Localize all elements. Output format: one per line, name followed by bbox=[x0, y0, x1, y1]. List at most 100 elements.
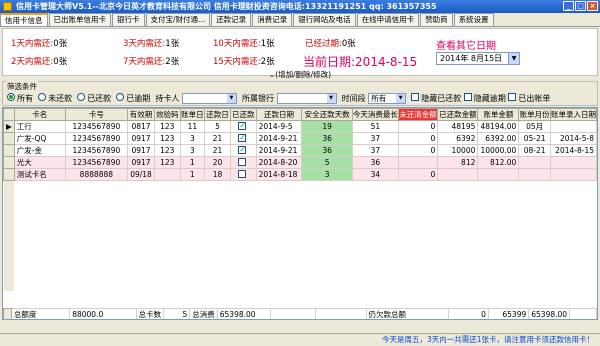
app-icon bbox=[3, 2, 12, 11]
empty-row bbox=[3, 224, 597, 236]
cell-entry bbox=[549, 168, 597, 181]
status-bar: 今天是周五，3天内一共需还1张卡，请注意用卡须还款信用卡！ bbox=[0, 333, 600, 345]
chevron-down-icon[interactable]: ▼ bbox=[508, 53, 519, 64]
empty-row bbox=[3, 279, 597, 291]
minimize-button[interactable]: _ bbox=[563, 1, 574, 11]
cell-paydate: 2014-8-18 bbox=[255, 168, 303, 181]
column-header[interactable]: 已还款 bbox=[229, 108, 257, 121]
chevron-down-icon: ▼ bbox=[396, 94, 406, 103]
row-selector[interactable] bbox=[3, 156, 15, 169]
tab-6[interactable]: 银行网站及电话 bbox=[293, 13, 356, 26]
maximize-button[interactable]: □ bbox=[575, 1, 586, 11]
table-row[interactable]: 测试卡名 8888888 09/18 1 18 2014-8-18 3 34 0 bbox=[3, 168, 597, 181]
cell-month: 05-21 bbox=[518, 132, 551, 145]
column-header[interactable]: 未还清金额 bbox=[397, 108, 439, 121]
paid-checkbox-cell[interactable] bbox=[229, 132, 257, 145]
column-header[interactable]: 有效期 bbox=[127, 108, 155, 121]
radio-all[interactable]: 所有 bbox=[7, 93, 33, 104]
cell-pay: 18 bbox=[204, 168, 231, 181]
period-select[interactable]: 所有 ▼ bbox=[368, 93, 407, 104]
column-header[interactable]: 账单金额 bbox=[477, 108, 520, 121]
cell-longest: 36 bbox=[351, 156, 399, 169]
column-header[interactable]: 账单月份 bbox=[518, 108, 551, 121]
cell-paydate: 2014-9-5 bbox=[255, 120, 303, 133]
column-header[interactable]: 今天消费最长 bbox=[351, 108, 399, 121]
bank-select[interactable]: ▼ bbox=[276, 93, 337, 104]
tab-5[interactable]: 消费记录 bbox=[252, 13, 293, 26]
radio-unpaid[interactable]: 未还款 bbox=[38, 93, 72, 104]
cell-month: 08-21 bbox=[518, 144, 551, 157]
tab-9[interactable]: 系统设置 bbox=[453, 13, 494, 26]
row-selector[interactable] bbox=[3, 168, 15, 181]
paid-checkbox[interactable] bbox=[238, 157, 247, 166]
radio-overdue[interactable]: 已逾期 bbox=[116, 93, 150, 104]
column-header[interactable]: 安全还款天数 bbox=[301, 108, 353, 121]
due-1-day: 1天内需还:0张 bbox=[11, 39, 68, 49]
tab-1[interactable]: 已出账单信用卡 bbox=[48, 13, 111, 26]
radio-paid[interactable]: 已还款 bbox=[77, 93, 111, 104]
column-header[interactable]: 卡号 bbox=[64, 108, 129, 121]
cell-paydate: 2014-9-21 bbox=[255, 132, 303, 145]
cell-longest: 51 bbox=[351, 120, 399, 133]
column-header[interactable]: 账单录入日期 bbox=[549, 108, 597, 121]
paid-checkbox-cell[interactable] bbox=[229, 156, 257, 169]
paid-checkbox[interactable] bbox=[238, 121, 247, 130]
cell-bill: 3 bbox=[179, 132, 206, 145]
paid-checkbox[interactable] bbox=[238, 145, 247, 154]
table-row[interactable]: 光大 1234567890 0917 123 1 20 2014-8-20 5 36 812 812… bbox=[3, 156, 597, 169]
hide-paid-check[interactable]: 隐藏已还款 bbox=[411, 93, 461, 104]
cell-billamt: 812.00 bbox=[477, 156, 520, 169]
cell-longest: 37 bbox=[351, 144, 399, 157]
cell-pay: 5 bbox=[204, 120, 231, 133]
cell-paidamt: 812 bbox=[437, 156, 479, 169]
row-selector[interactable] bbox=[3, 132, 15, 145]
tab-7[interactable]: 在线申请信用卡 bbox=[356, 13, 420, 26]
paid-checkbox-cell[interactable] bbox=[229, 144, 257, 157]
tab-2[interactable]: 银行卡 bbox=[112, 13, 145, 26]
table-row[interactable]: 广发-金123456789009171233212014-9-213637010… bbox=[3, 144, 597, 157]
limit-label: 总额度 bbox=[10, 308, 71, 319]
column-header[interactable]: 账单日 bbox=[179, 108, 206, 121]
paid-checkbox[interactable] bbox=[238, 133, 247, 142]
empty-row bbox=[3, 268, 597, 280]
billed-check[interactable]: 已出帐单 bbox=[508, 93, 550, 104]
column-header[interactable]: 效验码 bbox=[153, 108, 181, 121]
current-date: 当前日期:2014-8-15 bbox=[303, 55, 418, 69]
cell-exp: 09/18 bbox=[127, 168, 155, 181]
empty-row bbox=[3, 213, 597, 225]
expand-toggle[interactable]: ⌄(增加/删除/修改) bbox=[0, 70, 600, 80]
holder-label: 持卡人 bbox=[155, 94, 180, 103]
cards-value: 5 bbox=[163, 308, 191, 319]
cell-no: 1234567890 bbox=[64, 132, 129, 145]
column-header[interactable]: 还款日 bbox=[204, 108, 231, 121]
column-header[interactable]: 还款日期 bbox=[255, 108, 303, 121]
close-button[interactable]: × bbox=[587, 1, 598, 11]
paid-checkbox-cell[interactable] bbox=[229, 168, 257, 181]
table-row[interactable]: 广发-QQ123456789009171233212014-9-21363706… bbox=[3, 132, 597, 145]
cards-grid[interactable]: 卡名 卡号 有效期 效验码 账单日 还款日 已还款 还款日期 安全还款天数 今天消费最长 未还清金额… bbox=[2, 107, 598, 320]
column-header[interactable]: 已还款金额 bbox=[437, 108, 479, 121]
table-row[interactable]: ▶工行123456789008171231152014-9-5195104819… bbox=[3, 120, 597, 133]
query-other-date-label: 查看其它日期 bbox=[436, 41, 496, 52]
paid-checkbox-cell[interactable] bbox=[229, 120, 257, 133]
tab-0[interactable]: 信用卡信息 bbox=[0, 13, 48, 26]
tab-4[interactable]: 还款记录 bbox=[211, 13, 252, 26]
tab-3[interactable]: 支付宝/财付通... bbox=[145, 13, 211, 26]
bill-total: 65398.00 bbox=[528, 308, 571, 319]
cell-month: 05月 bbox=[518, 120, 551, 133]
hide-overdue-check[interactable]: 隐藏逾期 bbox=[463, 93, 506, 104]
cell-safe: 36 bbox=[301, 132, 353, 145]
cell-cvv: 123 bbox=[153, 120, 181, 133]
corner-header bbox=[3, 108, 15, 121]
filter-row: 所有 未还款 已还款 已逾期 持卡人 ▼ 所属银行 ▼ 时间段 所有 ▼ 隐藏已还… bbox=[7, 93, 550, 104]
row-selector[interactable]: ▶ bbox=[3, 120, 15, 133]
date-picker[interactable]: 2014年 8月15日 ▼ bbox=[436, 52, 520, 65]
row-selector[interactable] bbox=[3, 144, 15, 157]
cell-no: 8888888 bbox=[64, 168, 129, 181]
cell-exp: 0917 bbox=[127, 132, 155, 145]
tab-8[interactable]: 赞助商 bbox=[420, 13, 453, 26]
period-label: 时间段 bbox=[341, 94, 366, 103]
holder-select[interactable]: ▼ bbox=[181, 93, 237, 104]
paid-checkbox[interactable] bbox=[238, 169, 247, 178]
column-header[interactable]: 卡名 bbox=[13, 108, 66, 121]
